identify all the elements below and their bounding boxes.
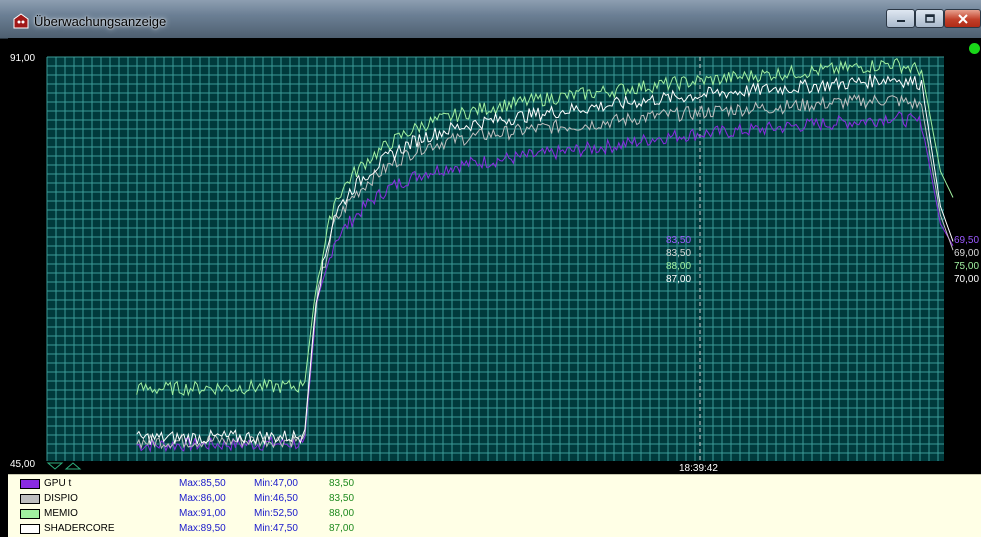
legend-series-name: SHADERCORE: [44, 523, 115, 534]
maximize-icon: [924, 14, 935, 23]
end-value-shadercore: 70,00: [954, 274, 979, 285]
chart-panel: 91,00 45,00 18:39:42 83,50 83,50 88,00 87,0…: [8, 38, 981, 474]
cursor-value-dispio: 83,50: [666, 248, 691, 259]
legend-current-value: 87,00: [329, 523, 355, 534]
legend-row[interactable]: MEMIO Max:91,00 Min:52,50 88,00: [8, 507, 981, 522]
status-indicator: [969, 43, 980, 54]
maximize-button[interactable]: [915, 9, 944, 28]
legend-min-value: Min:47,50: [254, 523, 298, 534]
y-max-label: 91,00: [10, 53, 35, 64]
scroll-down-icon[interactable]: [46, 462, 64, 470]
cursor-value-shadercore: 87,00: [666, 274, 691, 285]
line-chart: 91,00 45,00 18:39:42 83,50 83,50 88,00 87,0…: [10, 53, 979, 474]
close-button[interactable]: [944, 9, 981, 28]
chart-grid: [46, 56, 944, 461]
end-values: 69,50 69,00 75,00 70,00: [954, 235, 979, 285]
close-icon: [957, 13, 968, 24]
end-value-dispio: 69,00: [954, 248, 979, 259]
legend-min-value: Min:52,50: [254, 508, 298, 519]
legend-panel: GPU t Max:85,50 Min:47,00 83,50 DISPIO Max:86…: [8, 474, 981, 537]
legend-swatch: [20, 494, 40, 504]
legend-min-value: Min:46,50: [254, 493, 298, 504]
legend-max-value: Max:86,00: [179, 493, 226, 504]
cursor-time-label: 18:39:42: [679, 463, 718, 474]
legend-series-name: MEMIO: [44, 508, 78, 519]
legend-max-value: Max:89,50: [179, 523, 226, 534]
scroll-up-icon[interactable]: [64, 462, 82, 470]
legend-row[interactable]: SHADERCORE Max:89,50 Min:47,50 87,00: [8, 522, 981, 537]
scroll-arrows[interactable]: [46, 462, 82, 470]
minimize-icon: [896, 19, 905, 22]
legend-max-value: Max:91,00: [179, 508, 226, 519]
y-min-label: 45,00: [10, 459, 35, 470]
cursor-value-memio: 88,00: [666, 261, 691, 272]
legend-swatch: [20, 509, 40, 519]
legend-series-name: GPU t: [44, 478, 72, 489]
legend-max-value: Max:85,50: [179, 478, 226, 489]
legend-series-name: DISPIO: [44, 493, 78, 504]
end-value-memio: 75,00: [954, 261, 979, 272]
legend-row[interactable]: GPU t Max:85,50 Min:47,00 83,50: [8, 477, 981, 492]
window-title: Überwachungsanzeige: [34, 14, 167, 29]
cursor-value-gpu-t: 83,50: [666, 235, 691, 246]
app-icon: [13, 13, 29, 29]
legend-min-value: Min:47,00: [254, 478, 298, 489]
legend-swatch: [20, 479, 40, 489]
legend-swatch: [20, 524, 40, 534]
minimize-button[interactable]: [886, 9, 915, 28]
legend-current-value: 83,50: [329, 493, 355, 504]
legend-row[interactable]: DISPIO Max:86,00 Min:46,50 83,50: [8, 492, 981, 507]
legend-current-value: 83,50: [329, 478, 355, 489]
legend-current-value: 88,00: [329, 508, 355, 519]
title-bar[interactable]: Überwachungsanzeige: [0, 0, 981, 39]
end-value-gpu-t: 69,50: [954, 235, 979, 246]
